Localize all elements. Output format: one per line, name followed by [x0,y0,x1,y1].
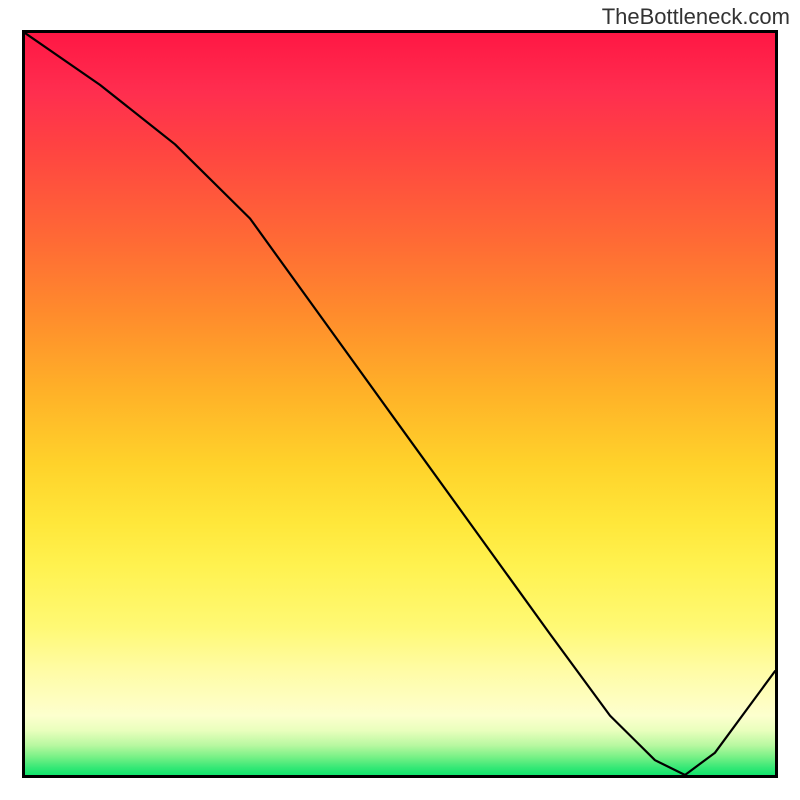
chart-container: TheBottleneck.com [0,0,800,800]
attribution-text: TheBottleneck.com [602,4,790,30]
curve-svg [25,33,775,775]
bottleneck-curve [25,33,775,775]
plot-area [22,30,778,778]
